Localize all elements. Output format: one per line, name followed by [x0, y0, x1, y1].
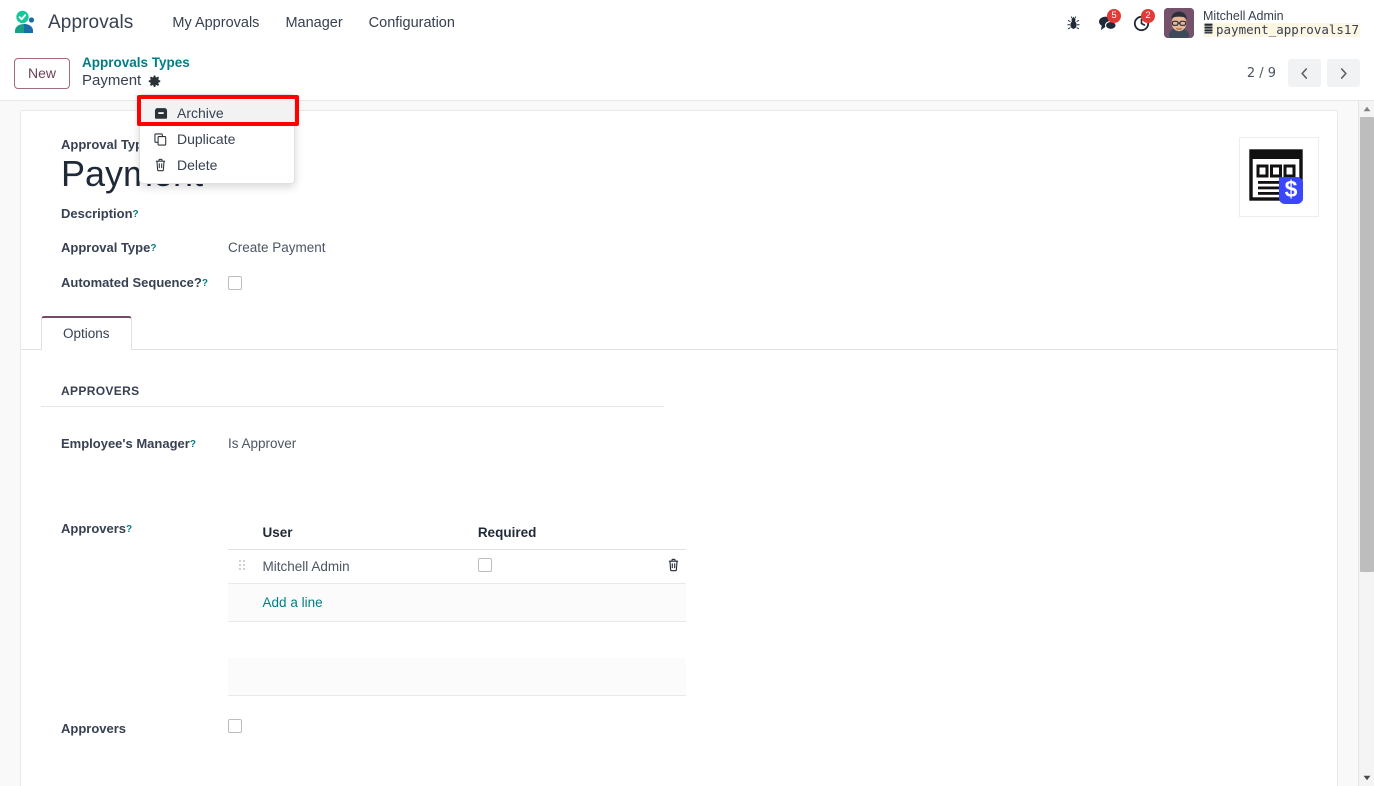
drag-handle-icon[interactable] — [228, 549, 257, 585]
approvers-group-title: APPROVERS — [41, 384, 664, 408]
activities-clock-icon[interactable]: 2 — [1124, 8, 1158, 38]
archive-box-icon — [153, 107, 168, 120]
tab-headers: Options — [21, 315, 1337, 351]
help-marker[interactable]: ? — [126, 524, 132, 535]
field-row-employees-manager: Employee's Manager? Is Approver — [41, 433, 1317, 455]
help-marker[interactable]: ? — [202, 278, 208, 289]
avatar[interactable] — [1164, 8, 1194, 38]
svg-text:$: $ — [1285, 176, 1298, 202]
field-row-approvers-bottom: Approvers — [41, 718, 1317, 740]
breadcrumb-parent-approvals-types[interactable]: Approvals Types — [82, 55, 190, 72]
help-marker[interactable]: ? — [150, 243, 156, 254]
database-name-block: payment_approvals17 — [1203, 23, 1360, 37]
table-blank-row — [228, 657, 686, 697]
database-name: payment_approvals17 — [1216, 22, 1359, 37]
pager: 2 / 9 — [1247, 59, 1360, 87]
menu-item-manager[interactable]: Manager — [272, 9, 355, 37]
employees-manager-value[interactable]: Is Approver — [228, 433, 296, 455]
duplicate-copy-icon — [153, 132, 168, 146]
automated-sequence-label: Automated Sequence?? — [61, 275, 208, 291]
column-user[interactable]: User — [256, 521, 472, 551]
scroll-down-arrow-icon[interactable] — [1359, 770, 1374, 786]
breadcrumb-current-record: Payment — [82, 72, 142, 90]
field-row-approval-type: Approval Type? Create Payment — [41, 237, 1317, 259]
tab-panel-options: APPROVERS Employee's Manager? Is Approve… — [21, 350, 1337, 740]
menu-item-archive-label: Archive — [177, 105, 224, 121]
approvers-label: Approvers? — [61, 521, 133, 537]
menu-item-duplicate[interactable]: Duplicate — [140, 126, 294, 152]
pager-count: 2 / 9 — [1246, 65, 1276, 81]
table-row[interactable]: Mitchell Admin — [228, 549, 686, 585]
messages-count-badge: 5 — [1107, 9, 1121, 23]
table-spacer-row — [228, 622, 686, 658]
menu-item-archive[interactable]: Archive — [137, 95, 299, 126]
pager-next-button[interactable] — [1327, 59, 1360, 87]
menu-item-configuration[interactable]: Configuration — [356, 9, 468, 37]
approvers-bottom-checkbox[interactable] — [228, 719, 242, 734]
field-row-description: Description? — [41, 203, 1317, 224]
brand-name[interactable]: Approvals — [48, 12, 133, 34]
approval-type-label: Approval Type? — [61, 240, 157, 256]
table-header-row: User Required — [228, 521, 686, 551]
notebook: Options APPROVERS Employee's Manager? Is… — [21, 315, 1337, 740]
menu-item-my-approvals[interactable]: My Approvals — [159, 9, 272, 37]
add-a-line-button[interactable]: Add a line — [263, 593, 323, 612]
column-actions — [642, 521, 686, 551]
database-icon — [1204, 23, 1213, 37]
menu-item-delete-label: Delete — [177, 157, 218, 173]
main-menu: My Approvals Manager Configuration — [159, 9, 468, 37]
menu-item-duplicate-label: Duplicate — [177, 131, 236, 147]
help-marker[interactable]: ? — [190, 439, 196, 450]
scroll-up-arrow-icon[interactable] — [1359, 101, 1374, 117]
bug-icon[interactable] — [1056, 8, 1090, 38]
approval-type-value[interactable]: Create Payment — [228, 237, 326, 259]
help-marker[interactable]: ? — [133, 209, 139, 220]
add-line-row[interactable]: Add a line — [228, 583, 686, 623]
systray: 5 2 Mitchell Admin payment_approvals17 — [1056, 8, 1374, 38]
user-name: Mitchell Admin — [1203, 9, 1284, 23]
gear-icon[interactable] — [148, 75, 161, 88]
payment-document-dollar-icon[interactable]: $ — [1239, 137, 1319, 217]
cell-user[interactable]: Mitchell Admin — [256, 549, 472, 585]
automated-sequence-checkbox[interactable] — [228, 276, 242, 291]
form-sheet: $ Approval Type ? Payment Description? — [20, 110, 1338, 786]
approvers-table: User Required Mitchell Admin Add a line — [228, 521, 686, 697]
field-row-automated-sequence: Automated Sequence?? — [41, 272, 1317, 297]
form-scroll-area[interactable]: $ Approval Type ? Payment Description? — [0, 101, 1358, 786]
scrollbar-track[interactable] — [1359, 117, 1374, 770]
column-required[interactable]: Required — [471, 521, 643, 551]
delete-row-button[interactable] — [642, 549, 686, 585]
field-row-approvers: Approvers? User Required Mitchell Admin … — [41, 521, 1317, 697]
activities-count-badge: 2 — [1141, 9, 1155, 23]
trash-icon — [153, 158, 168, 172]
top-navbar: Approvals My Approvals Manager Configura… — [0, 0, 1374, 46]
column-handle — [228, 521, 257, 551]
messages-icon[interactable]: 5 — [1090, 8, 1124, 38]
description-label: Description? — [61, 206, 139, 222]
breadcrumb: Approvals Types Payment — [82, 55, 190, 91]
approvers-bottom-label: Approvers — [61, 721, 127, 737]
employees-manager-label: Employee's Manager? — [61, 436, 196, 452]
required-checkbox[interactable] — [477, 558, 492, 573]
new-button[interactable]: New — [14, 57, 71, 89]
scrollbar-thumb[interactable] — [1360, 117, 1374, 572]
menu-item-delete[interactable]: Delete — [140, 152, 294, 178]
control-panel: New Approvals Types Payment 2 / 9 — [0, 46, 1374, 101]
approvals-person-check-icon[interactable] — [12, 9, 40, 37]
vertical-scrollbar[interactable] — [1358, 101, 1374, 786]
tab-options[interactable]: Options — [41, 316, 132, 351]
user-menu[interactable]: Mitchell Admin payment_approvals17 — [1203, 9, 1360, 37]
record-actions-dropdown: Archive Duplicate Delete — [137, 94, 299, 184]
pager-previous-button[interactable] — [1288, 59, 1321, 87]
cell-required — [471, 549, 643, 585]
